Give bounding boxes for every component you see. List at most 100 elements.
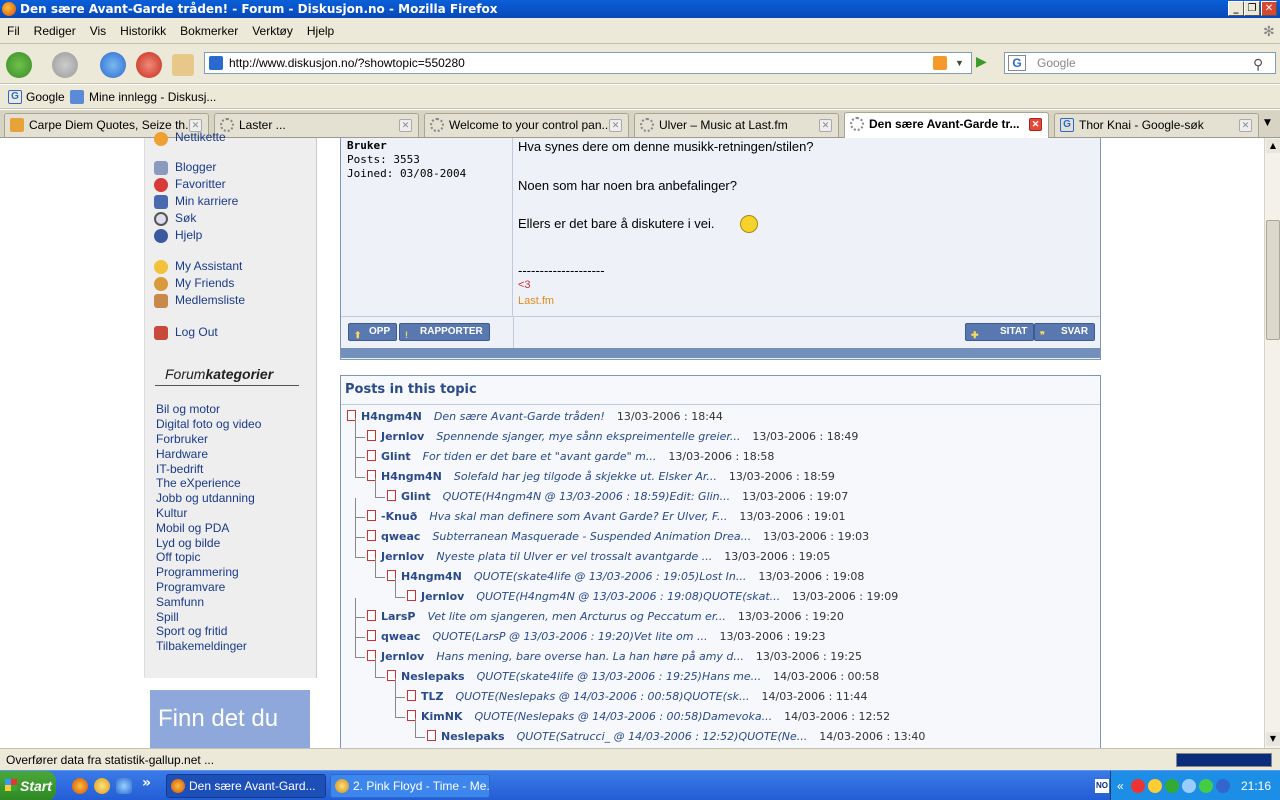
close-button[interactable]: ✕	[1261, 1, 1277, 16]
category-link[interactable]: Digital foto og video	[156, 417, 261, 431]
row-title[interactable]: QUOTE(LarsP @ 13/03-2006 : 19:20)Vet lit…	[432, 630, 707, 643]
category-link[interactable]: Off topic	[156, 550, 200, 564]
sitat-button[interactable]: ✚ SITAT	[965, 323, 1035, 341]
row-author[interactable]: KimNK	[421, 710, 463, 723]
tray-app-icon[interactable]	[1148, 779, 1162, 793]
sidebar-link-favoritter[interactable]: Favoritter	[175, 177, 226, 191]
topic-row[interactable]: LarsP Vet lite om sjangeren, men Arcturus…	[367, 608, 844, 626]
category-link[interactable]: The eXperience	[156, 476, 241, 490]
rapporter-button[interactable]: ! RAPPORTER	[399, 323, 490, 341]
menu-verktoy[interactable]: Verktøy	[245, 18, 300, 44]
row-author[interactable]: Jernlov	[381, 430, 424, 443]
sidebar-link-hjelp[interactable]: Hjelp	[175, 228, 202, 242]
reload-button[interactable]	[100, 52, 126, 78]
sidebar-link-log-out[interactable]: Log Out	[175, 325, 218, 339]
search-icon[interactable]: ⚲	[1253, 54, 1263, 74]
row-title[interactable]: QUOTE(Satrucci_ @ 14/03-2006 : 12:52)QUO…	[517, 730, 808, 743]
row-title[interactable]: QUOTE(H4ngm4N @ 13/03-2006 : 19:08)QUOTE…	[476, 590, 780, 603]
vertical-scrollbar[interactable]: ▲ ▼	[1264, 138, 1280, 748]
row-title[interactable]: QUOTE(H4ngm4N @ 13/03-2006 : 18:59)Edit:…	[443, 490, 730, 503]
network-icon[interactable]	[1199, 779, 1213, 793]
row-author[interactable]: H4ngm4N	[361, 410, 422, 423]
row-author[interactable]: Neslepaks	[401, 670, 465, 683]
bookmark-google[interactable]: Google	[26, 85, 65, 109]
firefox-quicklaunch-icon[interactable]	[72, 778, 88, 794]
topic-row[interactable]: qweac QUOTE(LarsP @ 13/03-2006 : 19:20)Ve…	[367, 628, 826, 646]
tray-expand-icon[interactable]: «	[1117, 771, 1124, 800]
topic-row[interactable]: Glint For tiden er det bare et "avant gar…	[367, 448, 774, 466]
task-winamp[interactable]: 2. Pink Floyd - Time - Me...	[330, 774, 490, 798]
row-author[interactable]: Neslepaks	[441, 730, 505, 743]
language-icon[interactable]: NO	[1095, 779, 1109, 793]
go-icon[interactable]: ▶	[976, 54, 987, 70]
category-link[interactable]: Hardware	[156, 447, 208, 461]
bookmark-mine-innlegg[interactable]: Mine innlegg - Diskusj...	[89, 85, 216, 109]
quicklaunch-more-icon[interactable]: »	[142, 775, 151, 791]
category-link[interactable]: Jobb og utdanning	[156, 491, 255, 505]
menu-hjelp[interactable]: Hjelp	[300, 18, 341, 44]
row-author[interactable]: H4ngm4N	[381, 470, 442, 483]
topic-row[interactable]: Jernlov Nyeste plata til Ulver er vel tro…	[367, 548, 830, 566]
topic-row[interactable]: TLZ QUOTE(Neslepaks @ 14/03-2006 : 00:58)…	[407, 688, 868, 706]
row-title[interactable]: QUOTE(Neslepaks @ 14/03-2006 : 00:58)Dam…	[475, 710, 773, 723]
category-link[interactable]: Samfunn	[156, 595, 204, 609]
topic-row[interactable]: Neslepaks QUOTE(Satrucci_ @ 14/03-2006 : …	[427, 728, 925, 746]
category-link[interactable]: Bil og motor	[156, 402, 220, 416]
topic-row[interactable]: Neslepaks QUOTE(skate4life @ 13/03-2006 :…	[387, 668, 879, 686]
tab-control-panel[interactable]: Welcome to your control pan... ✕	[424, 113, 629, 137]
tray-app-icon[interactable]	[1216, 779, 1230, 793]
url-bar[interactable]: http://www.diskusjon.no/?showtopic=55028…	[204, 52, 972, 74]
row-title[interactable]: QUOTE(Neslepaks @ 14/03-2006 : 00:58)QUO…	[456, 690, 750, 703]
row-author[interactable]: -Knuð	[381, 510, 417, 523]
topic-row[interactable]: Jernlov QUOTE(H4ngm4N @ 13/03-2006 : 19:0…	[407, 588, 898, 606]
sidebar-link-sok[interactable]: Søk	[175, 211, 196, 225]
row-title[interactable]: Spennende sjanger, mye sånn ekspreimente…	[436, 430, 740, 443]
menu-vis[interactable]: Vis	[83, 18, 113, 44]
row-title[interactable]: QUOTE(skate4life @ 13/03-2006 : 19:25)Ha…	[477, 670, 762, 683]
sidebar-link-nettikette[interactable]: Nettikette	[175, 130, 226, 144]
row-title[interactable]: Solefald har jeg tilgode å skjekke ut. E…	[454, 470, 717, 483]
row-author[interactable]: qweac	[381, 530, 420, 543]
tab-ulver-lastfm[interactable]: Ulver – Music at Last.fm ✕	[634, 113, 839, 137]
category-link[interactable]: Programmering	[156, 565, 239, 579]
sidebar-link-my-friends[interactable]: My Friends	[175, 276, 234, 290]
row-title[interactable]: Nyeste plata til Ulver er vel trossalt a…	[436, 550, 712, 563]
topic-row[interactable]: KimNK QUOTE(Neslepaks @ 14/03-2006 : 00:5…	[407, 708, 890, 726]
clock[interactable]: 21:16	[1241, 771, 1271, 800]
home-button[interactable]	[172, 54, 194, 76]
topic-row[interactable]: qweac Subterranean Masquerade - Suspended…	[367, 528, 869, 546]
row-title[interactable]: Hans mening, bare overse han. La han hør…	[436, 650, 744, 663]
topic-row[interactable]: Glint QUOTE(H4ngm4N @ 13/03-2006 : 18:59)…	[387, 488, 848, 506]
tab-close-icon[interactable]: ✕	[1239, 119, 1252, 132]
google-engine-icon[interactable]: G	[1008, 55, 1026, 71]
tab-avant-garde[interactable]: Den sære Avant-Garde tr... ✕	[844, 112, 1049, 138]
rss-icon[interactable]	[933, 56, 947, 70]
topic-row[interactable]: -Knuð Hva skal man definere som Avant Gar…	[367, 508, 845, 526]
tray-app-icon[interactable]	[1182, 779, 1196, 793]
sidebar-link-min-karriere[interactable]: Min karriere	[175, 194, 238, 208]
row-author[interactable]: LarsP	[381, 610, 415, 623]
topic-row[interactable]: H4ngm4N Solefald har jeg tilgode å skjekk…	[367, 468, 835, 486]
minimize-button[interactable]: _	[1228, 1, 1244, 16]
app-quicklaunch-icon[interactable]	[94, 778, 110, 794]
row-author[interactable]: Jernlov	[421, 590, 464, 603]
topic-row[interactable]: Jernlov Hans mening, bare overse han. La …	[367, 648, 862, 666]
tray-app-icon[interactable]	[1131, 779, 1145, 793]
row-author[interactable]: Glint	[401, 490, 431, 503]
topic-row[interactable]: H4ngm4N Den sære Avant-Garde tråden! 13/03…	[347, 408, 723, 426]
scroll-down-icon[interactable]: ▼	[1266, 732, 1280, 746]
category-link[interactable]: Spill	[156, 610, 179, 624]
topic-row[interactable]: Jernlov Spennende sjanger, mye sånn ekspr…	[367, 428, 858, 446]
row-author[interactable]: Glint	[381, 450, 411, 463]
tab-close-icon[interactable]: ✕	[399, 119, 412, 132]
start-button[interactable]: Start	[0, 771, 56, 800]
row-title[interactable]: QUOTE(skate4life @ 13/03-2006 : 19:05)Lo…	[474, 570, 746, 583]
tray-app-icon[interactable]	[1165, 779, 1179, 793]
menu-fil[interactable]: Fil	[0, 18, 27, 44]
sidebar-link-blogger[interactable]: Blogger	[175, 160, 216, 174]
category-link[interactable]: Programvare	[156, 580, 225, 594]
row-author[interactable]: H4ngm4N	[401, 570, 462, 583]
row-author[interactable]: qweac	[381, 630, 420, 643]
category-link[interactable]: Sport og fritid	[156, 624, 227, 638]
menu-rediger[interactable]: Rediger	[27, 18, 83, 44]
